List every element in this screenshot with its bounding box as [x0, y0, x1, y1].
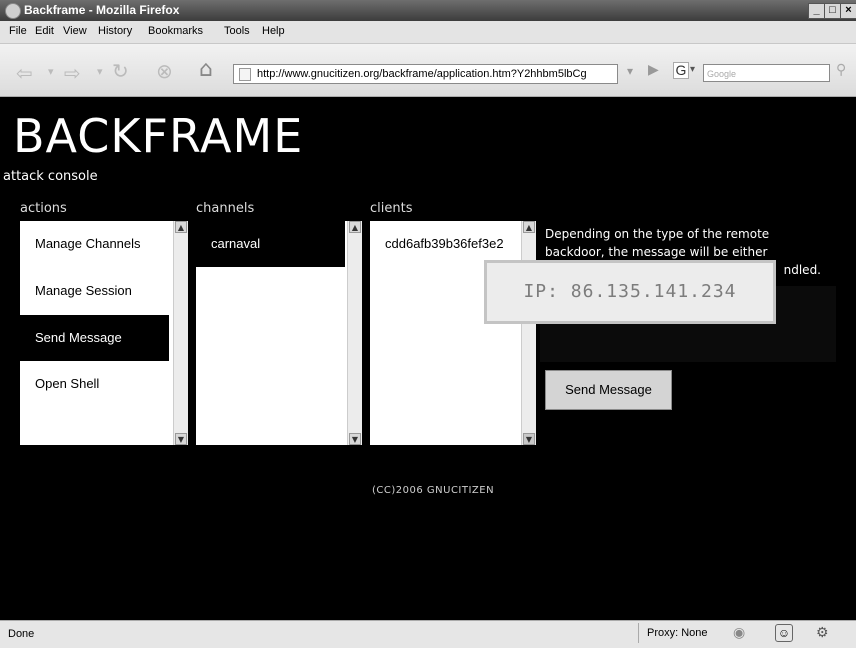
list-item-manage-session[interactable]: Manage Session	[20, 268, 173, 314]
search-engine-dropdown-icon[interactable]: ▾	[690, 64, 695, 75]
stop-icon[interactable]: ⊗	[156, 59, 173, 83]
scroll-up-icon[interactable]: ▲	[349, 221, 361, 233]
minimize-button[interactable]: _	[808, 3, 825, 19]
list-item-channel[interactable]: carnaval	[196, 221, 345, 267]
actions-scrollbar[interactable]: ▲ ▼	[173, 221, 188, 445]
menu-view[interactable]: View	[63, 25, 87, 37]
send-message-button[interactable]: Send Message	[545, 370, 672, 410]
firefox-icon	[5, 3, 21, 19]
channels-scrollbar[interactable]: ▲ ▼	[347, 221, 362, 445]
title-bar: Backframe - Mozilla Firefox _ □ ×	[0, 0, 856, 21]
status-text: Done	[8, 628, 35, 640]
status-settings-icon[interactable]: ⚙	[816, 624, 829, 641]
scroll-up-icon[interactable]: ▲	[175, 221, 187, 233]
description-line: backdoor, the message will be either	[545, 245, 768, 259]
reload-icon[interactable]: ↻	[112, 59, 129, 83]
menu-help[interactable]: Help	[262, 25, 285, 37]
menu-history[interactable]: History	[98, 25, 132, 37]
scroll-down-icon[interactable]: ▼	[175, 433, 187, 445]
channels-list: carnaval ▲ ▼	[196, 221, 362, 445]
scroll-down-icon[interactable]: ▼	[523, 433, 535, 445]
page-content: BACKFRAME attack console actions channel…	[0, 97, 856, 620]
status-face-icon[interactable]: ☺	[775, 624, 793, 642]
back-arrow-icon[interactable]: ⇦	[16, 61, 33, 85]
page-subtitle: attack console	[3, 169, 98, 184]
footer-copyright: (CC)2006 GNUCITIZEN	[372, 485, 495, 496]
status-bar: Done Proxy: None ◉ ☺ ⚙	[0, 620, 856, 648]
menu-bar: File Edit View History Bookmarks Tools H…	[0, 21, 856, 44]
search-engine-icon[interactable]: G	[673, 62, 689, 79]
url-text: http://www.gnucitizen.org/backframe/appl…	[257, 68, 587, 80]
clients-header: clients	[370, 201, 413, 216]
search-icon[interactable]: ⚲	[836, 62, 846, 78]
list-item-open-shell[interactable]: Open Shell	[20, 361, 173, 407]
home-icon[interactable]: ⌂	[199, 57, 213, 82]
forward-dropdown-icon[interactable]: ▾	[97, 65, 103, 78]
forward-arrow-icon[interactable]: ⇨	[64, 61, 81, 85]
status-tool-icon[interactable]: ◉	[733, 624, 745, 641]
scroll-up-icon[interactable]: ▲	[523, 221, 535, 233]
clients-list: cdd6afb39b36fef3e2 ▲ ▼	[370, 221, 536, 445]
url-bar[interactable]: http://www.gnucitizen.org/backframe/appl…	[233, 64, 618, 84]
navigation-toolbar: ⇦ ▾ ⇨ ▾ ↻ ⊗ ⌂ http://www.gnucitizen.org/…	[0, 44, 856, 97]
menu-tools[interactable]: Tools	[224, 25, 250, 37]
actions-header: actions	[20, 201, 67, 216]
menu-bookmarks[interactable]: Bookmarks	[148, 25, 203, 37]
description-line: Depending on the type of the remote	[545, 227, 770, 241]
ip-popup: IP: 86.135.141.234	[484, 260, 776, 324]
list-item-manage-channels[interactable]: Manage Channels	[20, 221, 173, 267]
scroll-down-icon[interactable]: ▼	[349, 433, 361, 445]
clients-scrollbar[interactable]: ▲ ▼	[521, 221, 536, 445]
url-dropdown-icon[interactable]: ▾	[627, 64, 633, 78]
go-icon[interactable]: ▶	[648, 62, 659, 78]
menu-file[interactable]: File	[9, 25, 27, 37]
actions-list: Manage Channels Manage Session Send Mess…	[20, 221, 188, 445]
page-title: BACKFRAME	[13, 109, 304, 163]
window-title: Backframe - Mozilla Firefox	[24, 3, 180, 17]
menu-edit[interactable]: Edit	[35, 25, 54, 37]
maximize-button[interactable]: □	[824, 3, 841, 19]
close-button[interactable]: ×	[840, 3, 856, 19]
back-dropdown-icon[interactable]: ▾	[48, 65, 54, 78]
list-item-send-message[interactable]: Send Message	[20, 315, 169, 361]
page-icon	[239, 68, 251, 81]
channels-header: channels	[196, 201, 255, 216]
proxy-status[interactable]: Proxy: None	[638, 623, 717, 643]
search-input[interactable]: Google	[703, 64, 830, 82]
